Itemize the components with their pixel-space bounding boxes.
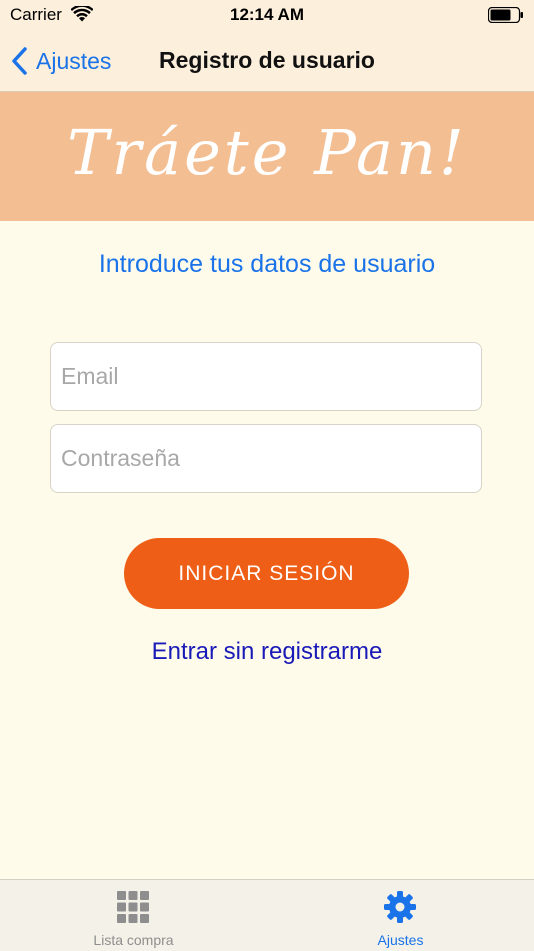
tab-shopping-list-label: Lista compra [93,932,174,948]
page-title-text: Registro de usuario [159,47,375,73]
password-field[interactable] [50,424,482,493]
login-button[interactable]: INICIAR SESIÓN [124,538,409,609]
tab-shopping-list[interactable]: Lista compra [0,880,267,951]
email-input[interactable] [51,343,481,410]
battery-icon [488,7,523,23]
gear-icon [384,891,416,923]
password-input[interactable] [51,425,481,492]
form-subtitle: Introduce tus datos de usuario [98,250,436,278]
tab-settings-label: Ajustes [377,932,424,948]
brand-banner: Tráete Pan! [0,92,534,221]
email-field[interactable] [50,342,482,411]
tab-bar: Lista compra Ajustes [0,879,534,951]
grid-icon [117,891,149,923]
status-time: 12:14 AM [229,5,304,24]
guest-login-link[interactable]: Entrar sin registrarme [0,638,534,666]
brand-logo: Tráete Pan! [67,116,467,189]
page-title: Registro de usuario [0,47,534,74]
tab-settings[interactable]: Ajustes [267,880,534,951]
status-bar: Carrier 12:14 AM [0,0,534,30]
navigation-bar: Ajustes Registro de usuario [0,30,534,92]
